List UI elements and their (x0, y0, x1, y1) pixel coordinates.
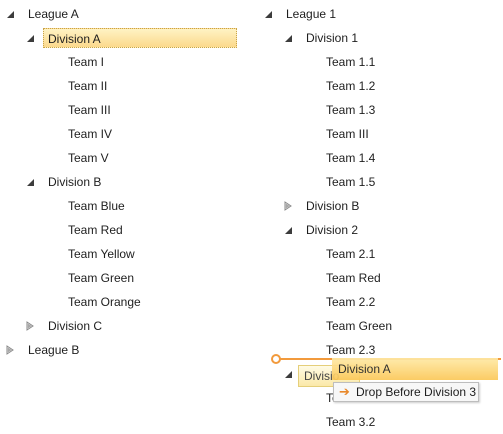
right-tree-item-team-1-2[interactable]: Team 1.2 (258, 74, 498, 98)
right-tree-item-team-red[interactable]: Team Red (258, 266, 498, 290)
drop-tooltip-text: Drop Before Division 3 (356, 385, 477, 399)
left-tree-item-team-ii[interactable]: Team II (0, 74, 240, 98)
triangle-expanded-icon[interactable] (24, 176, 36, 188)
right-tree-item-team-1-5[interactable]: Team 1.5 (258, 170, 498, 194)
tree-item-label: Team 2.2 (326, 295, 376, 309)
triangle-expanded-icon[interactable] (282, 32, 294, 44)
tree-item-label: Division B (306, 199, 360, 213)
tree-item-label: Team 1.1 (326, 55, 376, 69)
right-tree-item-team-2-1[interactable]: Team 2.1 (258, 242, 498, 266)
tree-item-label: Team 2.1 (326, 247, 376, 261)
tree-item-label: Team 1.2 (326, 79, 376, 93)
right-tree-item-division-b[interactable]: Division B (258, 194, 498, 218)
right-tree-item-team-3-2[interactable]: Team 3.2 (258, 410, 498, 434)
tree-item-label: Division B (48, 175, 102, 189)
drop-tooltip: ➔ Drop Before Division 3 (333, 382, 479, 402)
tree-item-label: Division C (48, 319, 103, 333)
right-tree-item-team-1-3[interactable]: Team 1.3 (258, 98, 498, 122)
left-tree-item-division-a[interactable]: Division A (0, 26, 240, 50)
tree-item-label: Team V (68, 151, 109, 165)
right-tree-item-division-1[interactable]: Division 1 (258, 26, 498, 50)
tree-item-label: Team Red (68, 223, 123, 237)
left-tree-item-team-green[interactable]: Team Green (0, 266, 240, 290)
triangle-expanded-icon[interactable] (282, 368, 294, 380)
tree-item-label: Division 2 (306, 223, 359, 237)
left-tree-item-division-b[interactable]: Division B (0, 170, 240, 194)
tree-item-label: Team Blue (68, 199, 125, 213)
tree-item-label: Team Red (326, 271, 381, 285)
left-tree-item-team-iii[interactable]: Team III (0, 98, 240, 122)
left-tree-item-team-yellow[interactable]: Team Yellow (0, 242, 240, 266)
arrow-right-icon: ➔ (339, 384, 350, 399)
tree-item-label: Division 1 (306, 31, 359, 45)
triangle-expanded-icon[interactable] (4, 8, 16, 20)
tree-item-label: Team Yellow (68, 247, 135, 261)
tree-item-label: Team IV (68, 127, 113, 141)
left-tree-item-team-i[interactable]: Team I (0, 50, 240, 74)
left-tree-item-team-red[interactable]: Team Red (0, 218, 240, 242)
tree-item-label: Team III (326, 127, 369, 141)
tree-item-label: Team 1.3 (326, 103, 376, 117)
tree-item-label: Team 1.4 (326, 151, 376, 165)
tree-item-label: Team 1.5 (326, 175, 376, 189)
left-tree-item-team-blue[interactable]: Team Blue (0, 194, 240, 218)
selected-item-highlight: Division A (43, 28, 237, 48)
triangle-expanded-icon[interactable] (262, 8, 274, 20)
tree-item-label: League 1 (286, 7, 337, 21)
left-tree-item-league-b[interactable]: League B (0, 338, 240, 362)
tree-item-label: Team Orange (68, 295, 141, 309)
right-tree-item-team-green[interactable]: Team Green (258, 314, 498, 338)
right-tree-item-division-2[interactable]: Division 2 (258, 218, 498, 242)
tree-item-label: Team Green (68, 271, 135, 285)
right-tree-item-team-iii[interactable]: Team III (258, 122, 498, 146)
drag-visual-label: Division A (338, 362, 391, 376)
tree-item-label: Division A (48, 32, 101, 46)
right-tree-item-team-2-2[interactable]: Team 2.2 (258, 290, 498, 314)
right-tree-item-league-1[interactable]: League 1 (258, 2, 498, 26)
tree-item-label: Team Green (326, 319, 393, 333)
triangle-collapsed-icon[interactable] (4, 344, 16, 356)
triangle-expanded-icon[interactable] (282, 224, 294, 236)
tree-item-label: Team I (68, 55, 105, 69)
tree-item-label: Team III (68, 103, 111, 117)
left-tree-item-division-c[interactable]: Division C (0, 314, 240, 338)
drag-visual: Division A (332, 358, 498, 380)
tree-item-label: League B (28, 343, 80, 357)
tree-item-label: Team 2.3 (326, 343, 376, 357)
triangle-collapsed-icon[interactable] (282, 200, 294, 212)
tree-item-label: Team II (68, 79, 108, 93)
tree-item-label: Team 3.2 (326, 415, 376, 429)
left-tree-item-team-orange[interactable]: Team Orange (0, 290, 240, 314)
left-tree-item-team-iv[interactable]: Team IV (0, 122, 240, 146)
right-tree-item-team-1-1[interactable]: Team 1.1 (258, 50, 498, 74)
tree-item-label: League A (28, 7, 79, 21)
right-tree-item-team-1-4[interactable]: Team 1.4 (258, 146, 498, 170)
triangle-expanded-icon[interactable] (24, 32, 36, 44)
left-tree-item-team-v[interactable]: Team V (0, 146, 240, 170)
left-tree-item-league-a[interactable]: League A (0, 2, 240, 26)
triangle-collapsed-icon[interactable] (24, 320, 36, 332)
drop-position-indicator-dot (271, 354, 281, 364)
